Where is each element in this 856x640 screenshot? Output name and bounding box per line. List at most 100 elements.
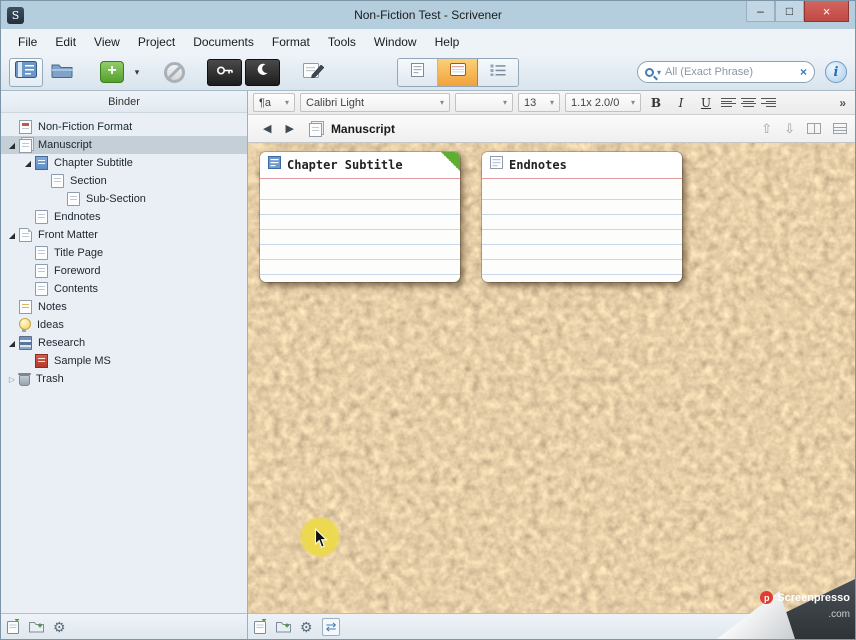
menu-file[interactable]: File <box>9 32 46 52</box>
gear-icon[interactable]: ⚙ <box>300 620 313 634</box>
fullscreen-button[interactable] <box>245 58 280 86</box>
binder-item-front-matter[interactable]: Front Matter <box>1 226 247 244</box>
binder-item-label: Endnotes <box>54 211 101 223</box>
binder-item-sub-section[interactable]: Sub-Section <box>1 190 247 208</box>
binder-item-label: Section <box>70 175 107 187</box>
idea-icon <box>19 318 31 332</box>
maximize-button[interactable]: □ <box>775 1 804 22</box>
bold-button[interactable]: B <box>646 93 666 112</box>
split-vertical-icon[interactable] <box>807 123 821 134</box>
font-variant-select[interactable] <box>455 93 513 112</box>
search-box: ▾ × <box>637 61 815 83</box>
binder-item-label: Sample MS <box>54 355 111 367</box>
binder-item-endnotes[interactable]: Endnotes <box>1 208 247 226</box>
line-spacing-select[interactable]: 1.1x 2.0/0 <box>565 93 641 112</box>
binder-item-ideas[interactable]: Ideas <box>1 316 247 334</box>
moon-icon <box>256 63 269 81</box>
document-view-button[interactable] <box>398 58 438 86</box>
binder-item-trash[interactable]: Trash <box>1 370 247 388</box>
search-icon[interactable] <box>645 67 654 77</box>
research-icon <box>19 336 32 350</box>
binder-item-foreword[interactable]: Foreword <box>1 262 247 280</box>
style-select[interactable]: ¶a <box>253 93 295 112</box>
forward-button[interactable]: ▶ <box>278 120 300 137</box>
disclosure-expanded-icon[interactable] <box>21 159 35 168</box>
search-input[interactable] <box>665 66 796 78</box>
align-left-button[interactable] <box>721 97 736 108</box>
gear-icon[interactable]: ⚙ <box>53 620 66 634</box>
close-button[interactable]: × <box>804 1 849 22</box>
collections-button[interactable] <box>45 58 79 87</box>
menu-documents[interactable]: Documents <box>184 32 263 52</box>
down-arrow-icon[interactable]: ⇩ <box>784 121 795 137</box>
align-right-button[interactable] <box>761 97 776 108</box>
disclosure-collapsed-icon[interactable] <box>5 375 19 384</box>
binder-item-research[interactable]: Research <box>1 334 247 352</box>
doc-icon <box>35 264 48 278</box>
index-card-chapter-subtitle[interactable]: Chapter Subtitle <box>260 152 460 282</box>
compose-new-button[interactable] <box>297 58 331 87</box>
menu-tools[interactable]: Tools <box>319 32 365 52</box>
split-horizontal-icon[interactable] <box>833 123 847 134</box>
swap-editors-button[interactable]: ⇄ <box>321 617 341 636</box>
binder-item-manuscript[interactable]: Manuscript <box>1 136 247 154</box>
add-item-dropdown[interactable] <box>131 67 143 78</box>
main-area: Binder Non-Fiction Format Manuscript Cha… <box>1 91 855 639</box>
remove-button[interactable] <box>157 58 191 87</box>
binder-item-sample-ms[interactable]: Sample MS <box>1 352 247 370</box>
manuscript-icon <box>19 139 32 153</box>
binder-item-contents[interactable]: Contents <box>1 280 247 298</box>
up-arrow-icon[interactable]: ⇧ <box>761 121 772 137</box>
menu-window[interactable]: Window <box>365 32 426 52</box>
index-card-endnotes[interactable]: Endnotes <box>482 152 682 282</box>
main-toolbar: ▾ × i <box>1 54 855 91</box>
binder-item-label: Front Matter <box>38 229 98 241</box>
minimize-button[interactable]: – <box>746 1 775 22</box>
disclosure-expanded-icon[interactable] <box>5 231 19 240</box>
title-bar: S Non-Fiction Test - Scrivener – □ × <box>1 1 855 29</box>
search-clear-icon[interactable]: × <box>796 65 807 79</box>
add-document-button[interactable] <box>7 619 20 634</box>
compose-mode-button[interactable] <box>207 58 242 86</box>
format-overflow-button[interactable]: » <box>835 96 850 110</box>
inspector-info-button[interactable]: i <box>825 61 847 83</box>
binder-toggle-button[interactable] <box>9 57 43 87</box>
binder-item-label: Non-Fiction Format <box>38 121 133 133</box>
manuscript-icon <box>308 122 322 137</box>
trash-icon <box>18 373 31 386</box>
corkboard[interactable]: Chapter Subtitle Endnotes <box>248 143 855 613</box>
search-scope-dropdown-icon[interactable]: ▾ <box>657 68 661 77</box>
binder-item-title-page[interactable]: Title Page <box>1 244 247 262</box>
binder-item-notes[interactable]: Notes <box>1 298 247 316</box>
menu-project[interactable]: Project <box>129 32 184 52</box>
align-center-button[interactable] <box>741 97 756 108</box>
folder-icon <box>51 62 73 83</box>
menu-view[interactable]: View <box>85 32 129 52</box>
font-select[interactable]: Calibri Light <box>300 93 450 112</box>
doc-icon <box>490 156 503 174</box>
add-folder-button[interactable] <box>276 620 291 633</box>
disclosure-expanded-icon[interactable] <box>5 141 19 150</box>
card-ruled-lines <box>260 185 460 282</box>
editor-footer: ⚙ ⇄ <box>248 613 855 639</box>
binder-item-non-fiction-format[interactable]: Non-Fiction Format <box>1 118 247 136</box>
back-button[interactable]: ◀ <box>256 120 278 137</box>
add-item-button[interactable] <box>95 58 129 87</box>
font-size-select[interactable]: 13 <box>518 93 560 112</box>
binder-item-label: Manuscript <box>38 139 92 151</box>
add-document-button[interactable] <box>254 619 267 634</box>
menu-help[interactable]: Help <box>426 32 469 52</box>
binder-item-chapter-subtitle[interactable]: Chapter Subtitle <box>1 154 247 172</box>
doc-icon <box>35 210 48 224</box>
binder-item-section[interactable]: Section <box>1 172 247 190</box>
disclosure-expanded-icon[interactable] <box>5 339 19 348</box>
menu-format[interactable]: Format <box>263 32 319 52</box>
add-folder-button[interactable] <box>29 620 44 633</box>
binder-item-label: Trash <box>36 373 64 385</box>
outliner-view-button[interactable] <box>478 58 518 86</box>
underline-button[interactable]: U <box>696 93 716 112</box>
menu-bar: File Edit View Project Documents Format … <box>1 29 855 54</box>
corkboard-view-button[interactable] <box>438 58 478 86</box>
menu-edit[interactable]: Edit <box>46 32 85 52</box>
italic-button[interactable]: I <box>671 93 691 112</box>
